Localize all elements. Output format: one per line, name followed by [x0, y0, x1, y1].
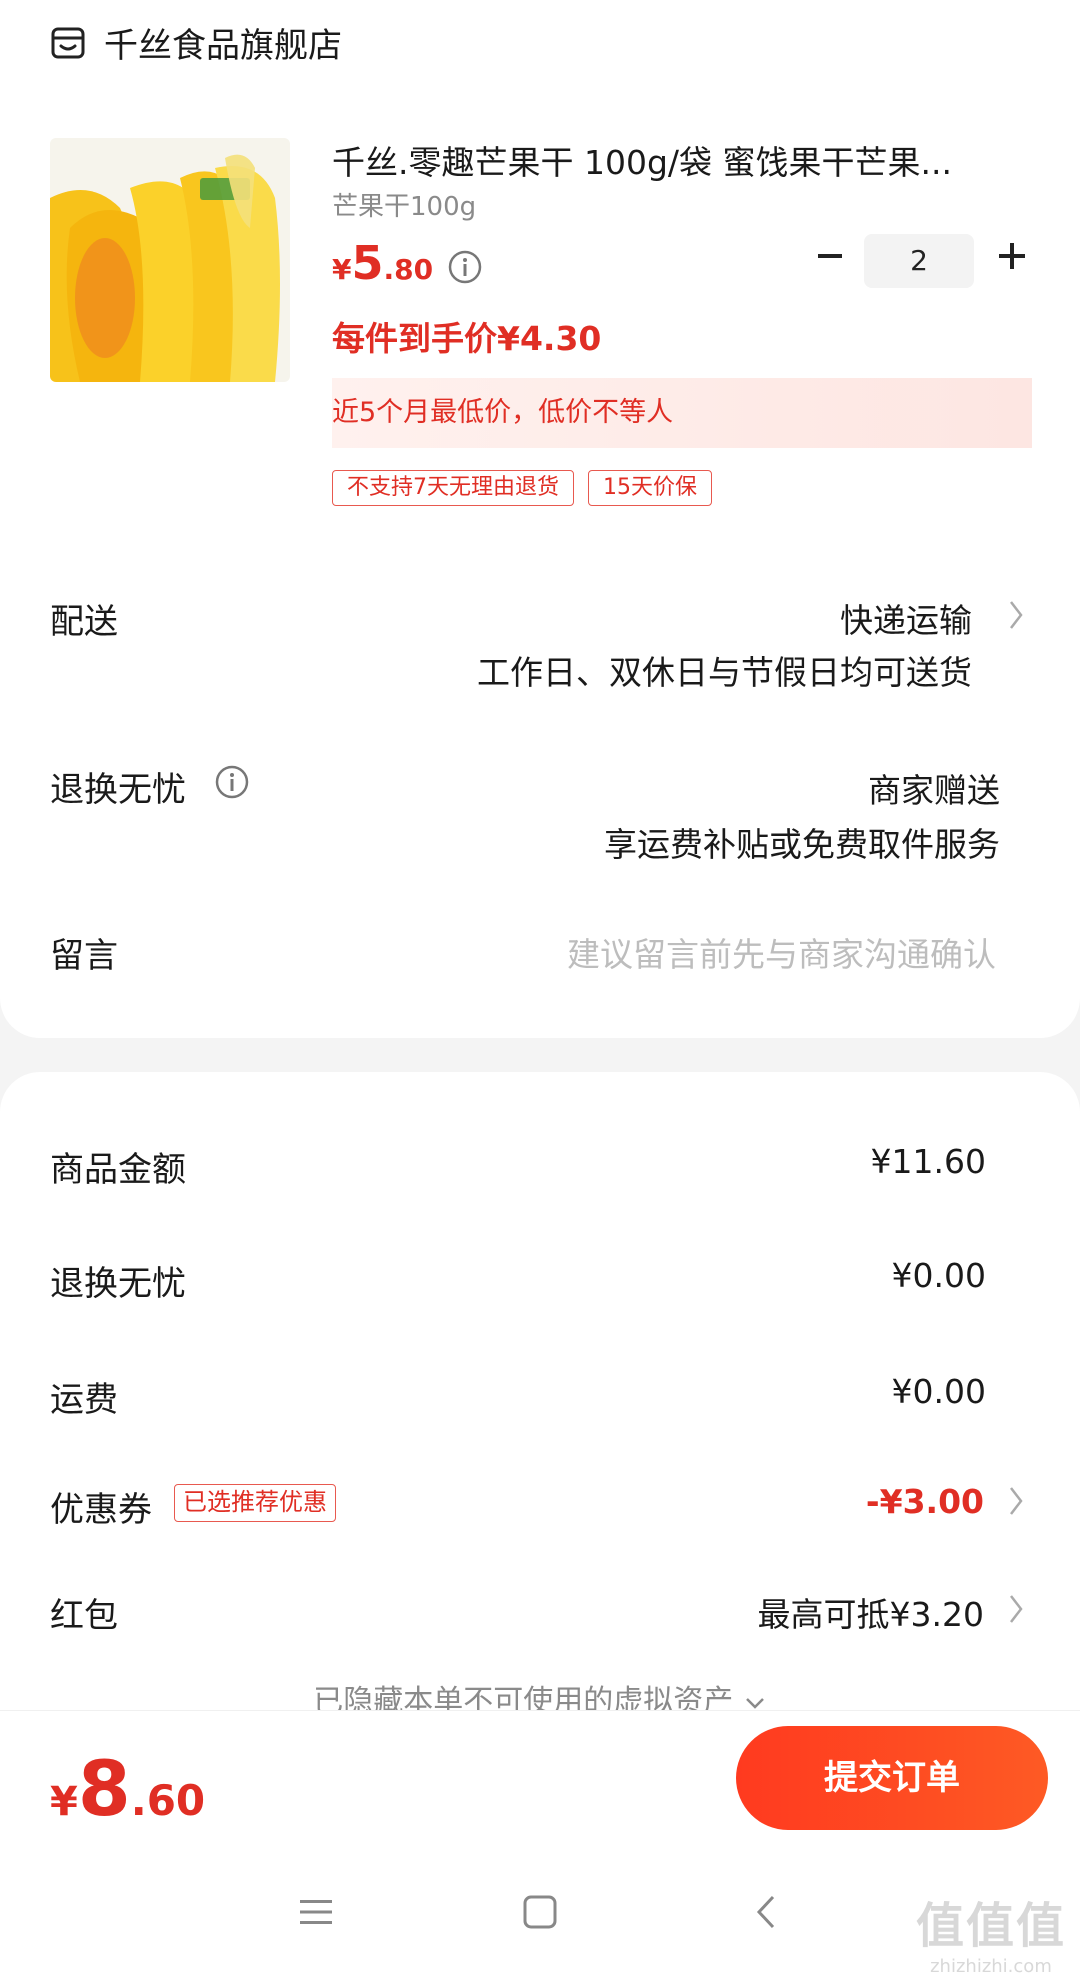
price-symbol: ¥ [332, 253, 352, 286]
price-decimal: .80 [383, 253, 434, 286]
product-image[interactable] [50, 138, 290, 382]
return-service-label: 退换无忧 [50, 770, 186, 810]
return-service-value: 商家赠送 [868, 771, 1000, 810]
submit-order-button[interactable]: 提交订单 [736, 1726, 1048, 1830]
hidden-assets-note[interactable]: 已隐藏本单不可使用的虚拟资产 [0, 1676, 1080, 1712]
tag-no-return[interactable]: 不支持7天无理由退货 [332, 470, 574, 506]
home-button[interactable] [504, 1876, 576, 1948]
chevron-right-icon[interactable] [1006, 1592, 1026, 1626]
back-arrow-icon [756, 1895, 775, 1929]
delivery-method[interactable]: 快递运输 [840, 594, 972, 642]
quantity-decrease-button[interactable] [812, 238, 848, 274]
product-spec[interactable]: 芒果干100g [332, 186, 476, 223]
store-icon [51, 27, 85, 58]
mango-product-image [50, 138, 290, 382]
menu-button[interactable] [280, 1876, 352, 1948]
return-service-note: 享运费补贴或免费取件服务 [604, 825, 1000, 864]
quantity-input[interactable]: 2 [864, 234, 974, 288]
return-fee-value: ¥0.00 [891, 1256, 986, 1295]
shipping-fee-value: ¥0.00 [891, 1372, 986, 1411]
watermark-sub: zhizhizhi.com [930, 1956, 1052, 1976]
coupon-badge: 已选推荐优惠 [174, 1484, 336, 1522]
goods-amount-label: 商品金额 [50, 1150, 186, 1190]
info-icon[interactable] [447, 249, 483, 285]
chevron-down-icon [745, 1697, 764, 1709]
home-square-icon [523, 1895, 557, 1929]
info-icon[interactable] [214, 764, 250, 800]
delivery-label: 配送 [50, 602, 118, 642]
lowest-price-banner: 近5个月最低价，低价不等人 [332, 378, 1032, 448]
red-packet-value[interactable]: 最高可抵¥3.20 [758, 1588, 984, 1636]
watermark-main: 值值值 [915, 1898, 1066, 1954]
coupon-label: 优惠券 [50, 1490, 152, 1530]
red-packet-label: 红包 [50, 1596, 118, 1636]
watermark-logo: 值值值 zhizhizhi.com [916, 1886, 1066, 1976]
total-integer: 8 [77, 1744, 131, 1833]
product-price: ¥ 5 .80 [332, 236, 483, 290]
tag-price-protect[interactable]: 15天价保 [588, 470, 712, 506]
product-title[interactable]: 千丝.零趣芒果干 100g/袋 蜜饯果干芒果... [332, 136, 1012, 184]
chevron-right-icon[interactable] [1006, 598, 1026, 632]
store-header[interactable]: 千丝食品旗舰店 [50, 18, 342, 67]
delivery-note: 工作日、双休日与节假日均可送货 [477, 653, 972, 692]
total-decimal: .60 [130, 1776, 206, 1825]
menu-icon [300, 1900, 332, 1924]
total-symbol: ¥ [50, 1779, 78, 1825]
shipping-fee-label: 运费 [50, 1380, 118, 1420]
chevron-right-icon[interactable] [1006, 1484, 1026, 1518]
goods-amount-value: ¥11.60 [870, 1142, 986, 1181]
message-label: 留言 [50, 936, 118, 976]
coupon-value[interactable]: -¥3.00 [866, 1482, 984, 1521]
back-button[interactable] [730, 1876, 802, 1948]
price-integer: 5 [351, 236, 384, 290]
store-name: 千丝食品旗舰店 [104, 26, 342, 66]
final-unit-price: 每件到手价¥4.30 [332, 319, 602, 358]
message-input[interactable]: 建议留言前先与商家沟通确认 [567, 928, 996, 976]
return-fee-label: 退换无忧 [50, 1264, 186, 1304]
hidden-assets-text: 已隐藏本单不可使用的虚拟资产 [313, 1684, 734, 1712]
product-tags: 不支持7天无理由退货 15天价保 [332, 470, 712, 506]
quantity-increase-button[interactable] [994, 238, 1030, 274]
order-total: ¥ 8 .60 [50, 1744, 205, 1833]
